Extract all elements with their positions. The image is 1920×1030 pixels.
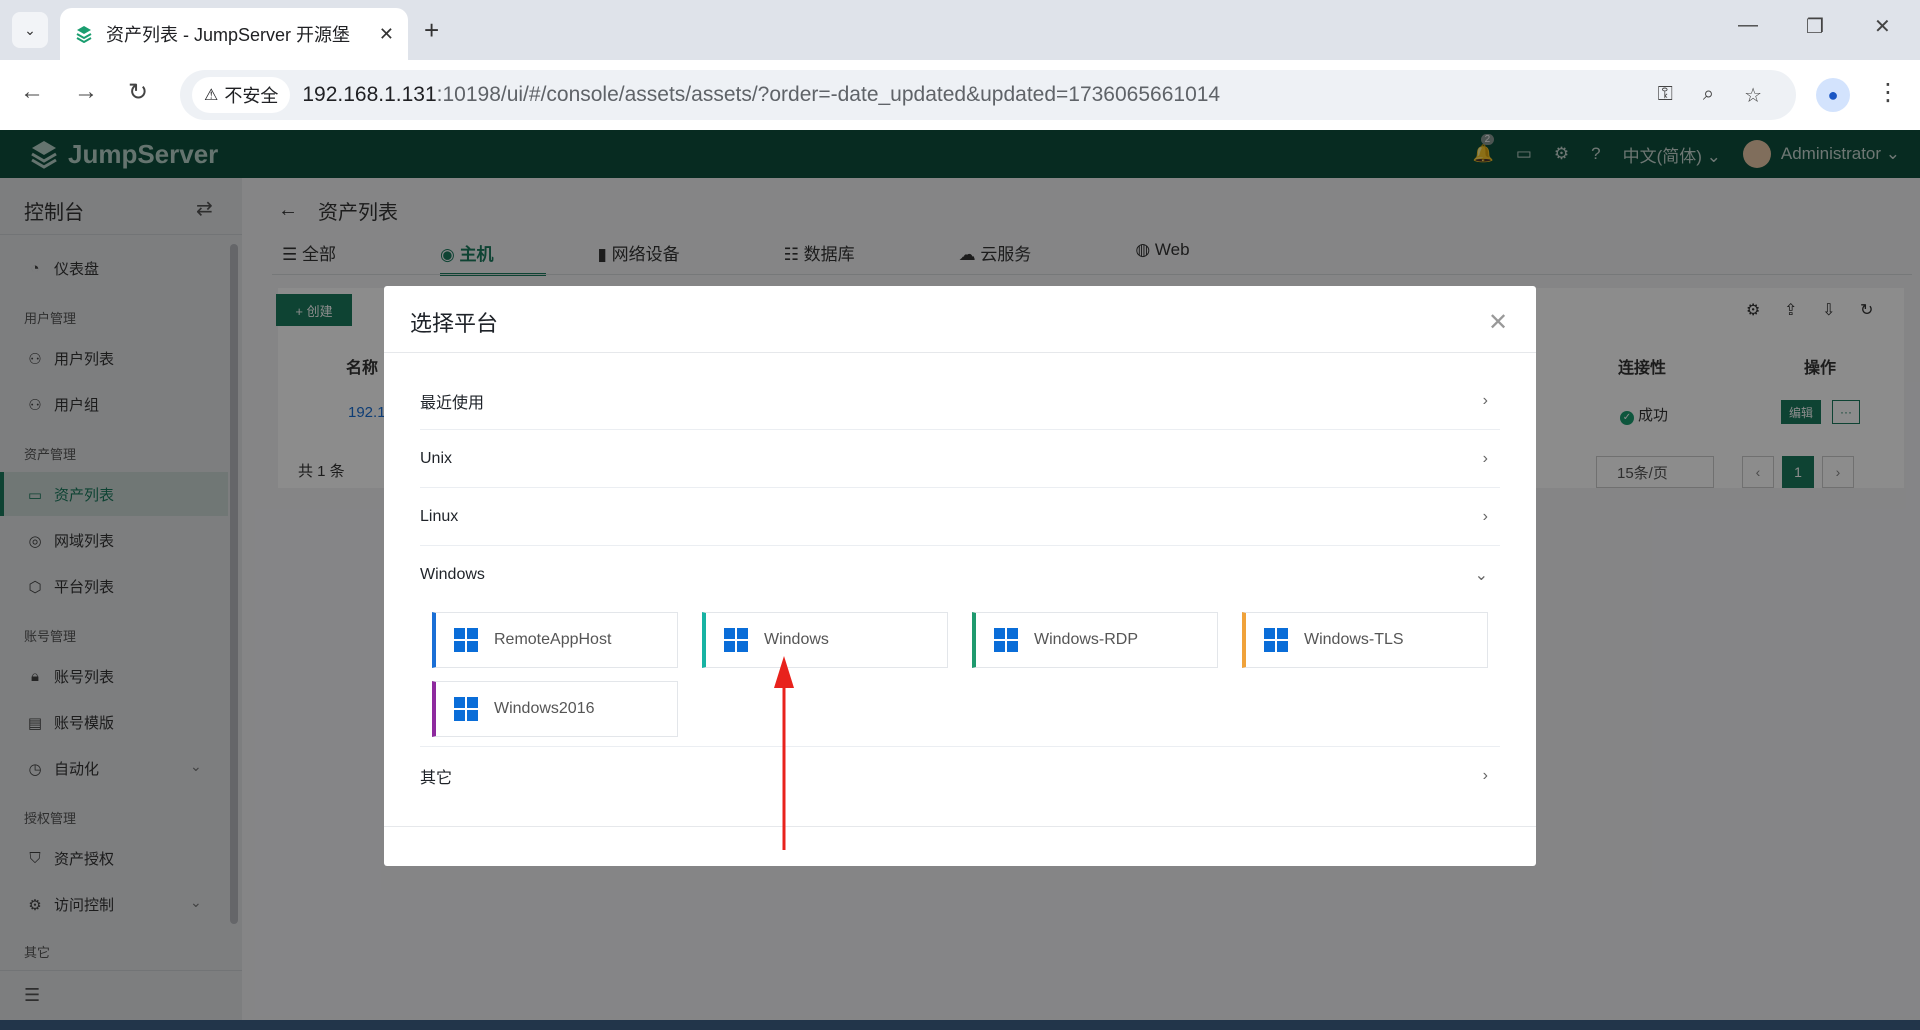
tab-title: 资产列表 - JumpServer 开源堡 bbox=[106, 25, 351, 45]
browser-tab[interactable]: 资产列表 - JumpServer 开源堡 ✕ bbox=[60, 8, 408, 60]
new-tab-icon[interactable]: + bbox=[424, 14, 439, 46]
platform-card-windows[interactable]: Windows bbox=[702, 612, 948, 668]
select-platform-dialog: 选择平台 ✕ 最近使用 › Unix › Linux › Windows ⌄ R… bbox=[384, 286, 1536, 866]
url-host: 192.168.1.131 bbox=[302, 83, 437, 106]
bookmark-star-icon[interactable]: ☆ bbox=[1744, 83, 1762, 108]
browser-tabstrip: ⌄ 资产列表 - JumpServer 开源堡 ✕ + — ❐ ✕ bbox=[0, 0, 1920, 60]
browser-toolbar: ← → ↻ ⚠ 不安全 192.168.1.131:10198/ui/#/con… bbox=[0, 60, 1920, 130]
restore-icon[interactable]: ❐ bbox=[1806, 14, 1824, 39]
browser-menu-icon[interactable]: ⋮ bbox=[1876, 78, 1900, 107]
windows-logo-icon bbox=[994, 628, 1018, 652]
windows-logo-icon bbox=[1264, 628, 1288, 652]
tab-search-button[interactable]: ⌄ bbox=[12, 12, 48, 48]
chevron-right-icon: › bbox=[1482, 507, 1488, 525]
password-key-icon[interactable]: ⚿ bbox=[1658, 83, 1673, 108]
jumpserver-favicon-icon bbox=[74, 24, 94, 44]
url-path: :10198/ui/#/console/assets/assets/?order… bbox=[436, 83, 1221, 106]
section-recent[interactable]: 最近使用 › bbox=[420, 372, 1500, 430]
os-taskbar bbox=[0, 1020, 1920, 1030]
windows-logo-icon bbox=[724, 628, 748, 652]
security-label: 不安全 bbox=[224, 86, 279, 106]
back-icon[interactable]: ← bbox=[20, 78, 44, 106]
platform-card-windows-tls[interactable]: Windows-TLS bbox=[1242, 612, 1488, 668]
window-close-icon[interactable]: ✕ bbox=[1874, 14, 1891, 39]
section-other[interactable]: 其它 › bbox=[420, 746, 1500, 804]
platform-card-windows-rdp[interactable]: Windows-RDP bbox=[972, 612, 1218, 668]
platform-card-remoteapphost[interactable]: RemoteAppHost bbox=[432, 612, 678, 668]
address-bar[interactable]: ⚠ 不安全 192.168.1.131:10198/ui/#/console/a… bbox=[180, 70, 1796, 120]
profile-avatar-icon[interactable]: ● bbox=[1816, 78, 1850, 112]
dialog-close-icon[interactable]: ✕ bbox=[1488, 308, 1508, 337]
minimize-icon[interactable]: — bbox=[1738, 14, 1758, 37]
chevron-down-icon: ⌄ bbox=[24, 21, 36, 38]
annotation-arrow-icon bbox=[774, 656, 794, 850]
platform-card-windows2016[interactable]: Windows2016 bbox=[432, 681, 678, 737]
chevron-down-icon: ⌄ bbox=[1474, 567, 1488, 584]
zoom-icon[interactable]: ⌕ bbox=[1703, 83, 1714, 108]
windows-logo-icon bbox=[454, 628, 478, 652]
chevron-right-icon: › bbox=[1482, 391, 1488, 409]
dialog-title: 选择平台 bbox=[410, 311, 499, 336]
forward-icon[interactable]: → bbox=[74, 78, 98, 106]
section-linux[interactable]: Linux › bbox=[420, 488, 1500, 546]
section-unix[interactable]: Unix › bbox=[420, 430, 1500, 488]
warning-icon: ⚠ bbox=[204, 87, 219, 104]
tab-close-icon[interactable]: ✕ bbox=[379, 24, 394, 45]
section-windows[interactable]: Windows ⌄ bbox=[420, 546, 1500, 604]
chevron-right-icon: › bbox=[1482, 449, 1488, 467]
reload-icon[interactable]: ↻ bbox=[128, 78, 148, 107]
windows-logo-icon bbox=[454, 697, 478, 721]
chevron-right-icon: › bbox=[1482, 766, 1488, 784]
url-text[interactable]: 192.168.1.131:10198/ui/#/console/assets/… bbox=[302, 83, 1220, 107]
security-chip[interactable]: ⚠ 不安全 bbox=[192, 77, 291, 113]
